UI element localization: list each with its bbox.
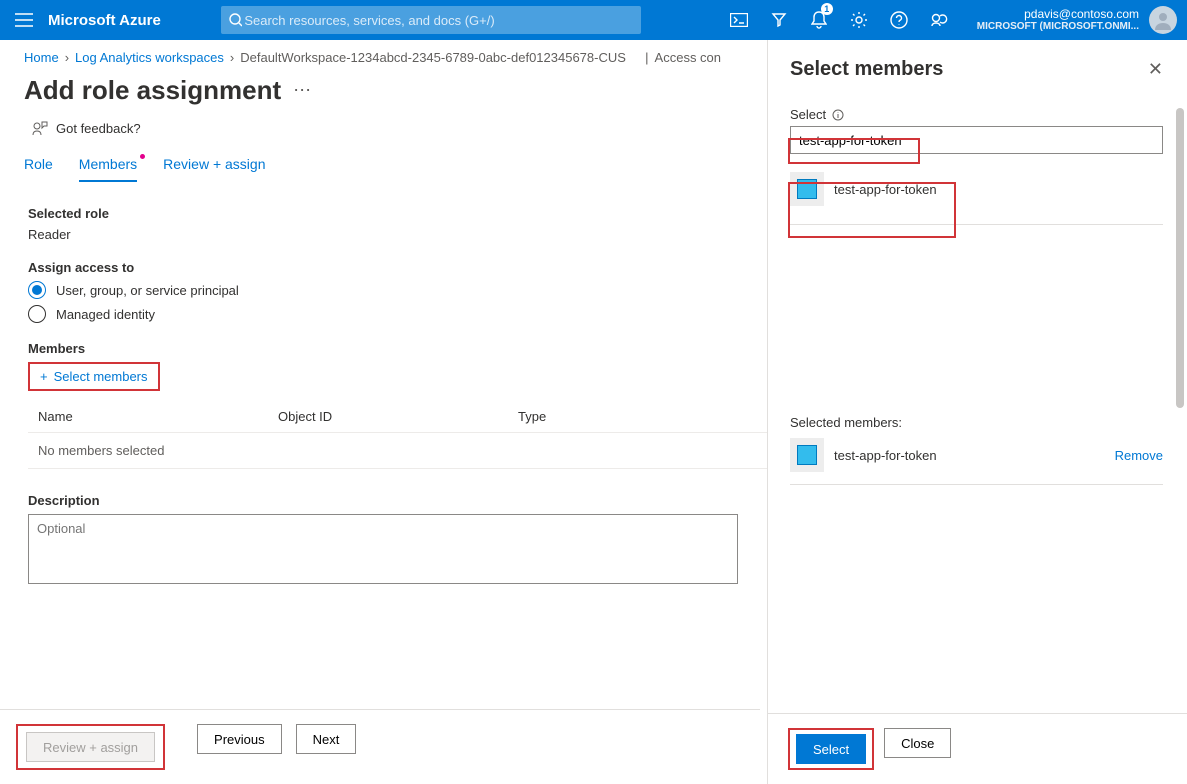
next-button[interactable]: Next [296, 724, 357, 754]
breadcrumb-workspaces[interactable]: Log Analytics workspaces [75, 50, 224, 65]
info-icon[interactable] [832, 109, 844, 121]
global-search-input[interactable] [242, 12, 632, 29]
feedback-button[interactable] [919, 0, 959, 40]
divider [790, 484, 1163, 485]
cloud-shell-button[interactable] [719, 0, 759, 40]
plus-icon: + [40, 369, 48, 384]
notifications-button[interactable]: 1 [799, 0, 839, 40]
select-field-label: Select [790, 107, 1163, 122]
notification-badge: 1 [821, 3, 833, 15]
app-icon [790, 172, 824, 206]
result-name: test-app-for-token [834, 182, 937, 197]
flyout-footer: Select Close [768, 713, 1187, 784]
breadcrumb-home[interactable]: Home [24, 50, 59, 65]
chevron-right-icon: › [65, 50, 69, 65]
tab-members-label: Members [79, 156, 137, 172]
brand-label[interactable]: Microsoft Azure [48, 12, 221, 29]
global-header: Microsoft Azure 1 pdavis@contoso.com MIC… [0, 0, 1187, 40]
tab-review[interactable]: Review + assign [163, 156, 265, 182]
page-title: Add role assignment [24, 75, 281, 106]
highlight-select-members: + Select members [28, 362, 160, 391]
account-menu[interactable]: pdavis@contoso.com MICROSOFT (MICROSOFT.… [959, 7, 1145, 33]
directories-filter-button[interactable] [759, 0, 799, 40]
breadcrumb-sep: | [645, 50, 648, 65]
selected-members-label: Selected members: [790, 415, 1163, 430]
selected-member-row: test-app-for-token Remove [790, 438, 1163, 472]
chevron-right-icon: › [230, 50, 234, 65]
wizard-footer: Review + assign Previous Next [0, 709, 760, 784]
divider [790, 224, 1163, 225]
select-members-link[interactable]: + Select members [36, 366, 152, 387]
close-flyout-button[interactable]: Close [884, 728, 951, 758]
avatar[interactable] [1149, 6, 1177, 34]
global-search[interactable] [221, 6, 641, 34]
col-object-id: Object ID [278, 409, 518, 424]
breadcrumb-resource[interactable]: DefaultWorkspace-1234abcd-2345-6789-0abc… [240, 50, 626, 65]
person-feedback-icon [32, 120, 48, 136]
search-result-row[interactable]: test-app-for-token [790, 166, 1163, 212]
radio-icon [28, 305, 46, 323]
feedback-label: Got feedback? [56, 121, 141, 136]
remove-member-link[interactable]: Remove [1115, 448, 1163, 463]
description-input[interactable] [28, 514, 738, 584]
settings-button[interactable] [839, 0, 879, 40]
breadcrumb-section[interactable]: Access con [655, 50, 721, 65]
select-members-text: Select members [54, 369, 148, 384]
tab-members[interactable]: Members [79, 156, 137, 182]
more-actions-button[interactable]: ⋯ [293, 80, 311, 101]
review-assign-button[interactable]: Review + assign [26, 732, 155, 762]
radio-user-label: User, group, or service principal [56, 283, 239, 298]
tab-indicator-icon [140, 154, 145, 159]
tab-role[interactable]: Role [24, 156, 53, 182]
highlight-review-assign: Review + assign [16, 724, 165, 770]
empty-members-text: No members selected [38, 443, 164, 458]
selected-member-name: test-app-for-token [834, 448, 937, 463]
help-button[interactable] [879, 0, 919, 40]
hamburger-menu-button[interactable] [0, 0, 48, 40]
select-button[interactable]: Select [796, 734, 866, 764]
highlight-select-button: Select [788, 728, 874, 770]
select-label-text: Select [790, 107, 826, 122]
close-button[interactable]: ✕ [1148, 59, 1163, 80]
previous-button[interactable]: Previous [197, 724, 282, 754]
col-name: Name [38, 409, 278, 424]
search-icon [229, 13, 243, 27]
radio-icon [28, 281, 46, 299]
select-members-flyout: Select members ✕ Select test-app-for-tok… [767, 40, 1187, 784]
member-search-input[interactable] [790, 126, 1163, 154]
app-icon [790, 438, 824, 472]
radio-mi-label: Managed identity [56, 307, 155, 322]
header-actions: 1 pdavis@contoso.com MICROSOFT (MICROSOF… [719, 0, 1187, 40]
user-email: pdavis@contoso.com [1024, 7, 1139, 21]
flyout-title: Select members [790, 58, 943, 81]
tenant-label: MICROSOFT (MICROSOFT.ONMI... [977, 21, 1139, 33]
